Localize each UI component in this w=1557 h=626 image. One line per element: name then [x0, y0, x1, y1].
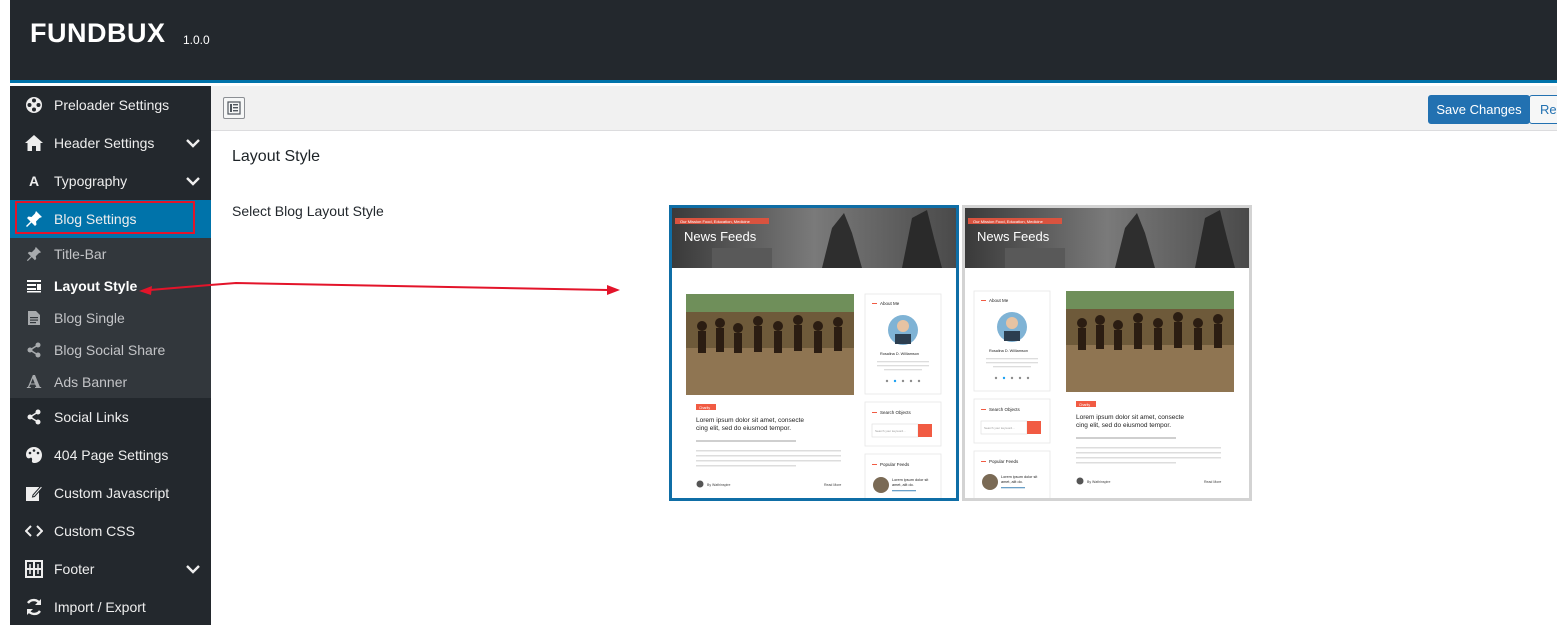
font-icon: A [27, 371, 41, 393]
about-name: Rosalina D. Williamson [989, 349, 1028, 353]
brand-title: FUNDBUX [30, 18, 166, 48]
banner-tag: Our Mission Food, Education, Medicine [973, 219, 1044, 224]
layout-icon [24, 276, 44, 296]
popular-widget-title: Popular Feeds [880, 462, 910, 467]
save-changes-button[interactable]: Save Changes [1428, 95, 1530, 124]
sidebar-item-label: Preloader Settings [54, 97, 170, 113]
sidebar-item-blog-settings[interactable]: Blog Settings [10, 200, 211, 238]
pin-icon [24, 244, 44, 264]
share-icon [24, 340, 44, 360]
read-more-link: Read More [824, 483, 841, 487]
layout-preview-left-sidebar: Our Mission Food, Education, Medicine Ne… [965, 208, 1249, 498]
preloader-icon [24, 95, 44, 115]
layout-preview-right-sidebar: Our Mission Food, Education, Medicine Ne… [672, 208, 956, 498]
about-widget-title: About Me [989, 298, 1009, 303]
submenu-item-label: Layout Style [54, 278, 138, 294]
top-header: FUNDBUX 1.0.0 [10, 0, 1557, 83]
palette-icon [24, 445, 44, 465]
chevron-down-icon[interactable] [185, 561, 201, 577]
read-more-link: Read More [1204, 480, 1221, 484]
search-widget-title: Search Objects [989, 407, 1021, 412]
submenu-item-title-bar[interactable]: Title-Bar [10, 238, 211, 270]
sidebar-item-label: Import / Export [54, 599, 146, 615]
options-toolbar: Save Changes Res [211, 86, 1557, 131]
sidebar-item-label: Custom Javascript [54, 485, 170, 501]
post-author: By Wathinspire [1087, 480, 1110, 484]
sidebar-item-label: Custom CSS [54, 523, 135, 539]
post-tag: Charity [1079, 403, 1090, 407]
expand-options-button[interactable] [223, 97, 245, 119]
layout-option-right-sidebar[interactable]: Our Mission Food, Education, Medicine Ne… [669, 205, 959, 501]
submenu-item-blog-social-share[interactable]: Blog Social Share [10, 334, 211, 366]
banner-title: News Feeds [977, 229, 1050, 244]
sidebar-item-social-links[interactable]: Social Links [10, 398, 211, 436]
sidebar-item-header-settings[interactable]: Header Settings [10, 124, 211, 162]
sidebar-item-typography[interactable]: A Typography [10, 162, 211, 200]
banner-title: News Feeds [684, 229, 757, 244]
sidebar: Preloader Settings Header Settings A Typ… [10, 86, 211, 625]
field-label: Select Blog Layout Style [232, 203, 384, 219]
home-icon [24, 133, 44, 153]
sidebar-item-404-settings[interactable]: 404 Page Settings [10, 436, 211, 474]
submenu-item-blog-single[interactable]: Blog Single [10, 302, 211, 334]
grid-icon [24, 559, 44, 579]
submenu-item-layout-style[interactable]: Layout Style [10, 270, 211, 302]
search-widget-placeholder: Search your keyword... [984, 426, 1015, 430]
about-widget-title: About Me [880, 301, 900, 306]
typography-icon: A [28, 173, 40, 189]
sidebar-item-label: 404 Page Settings [54, 447, 169, 463]
search-widget-placeholder: Search your keyword... [875, 429, 906, 433]
about-name: Rosalina D. Williamson [880, 352, 919, 356]
post-title: Lorem ipsum dolor sit amet, consecte cing… [1076, 414, 1184, 429]
submenu-item-label: Ads Banner [54, 374, 128, 390]
post-tag: Charity [699, 406, 710, 410]
post-author: By Wathinspire [707, 483, 730, 487]
left-margin [0, 0, 10, 625]
sidebar-item-label: Social Links [54, 409, 129, 425]
popular-widget-title: Popular Feeds [989, 459, 1019, 464]
sidebar-item-label: Footer [54, 561, 95, 577]
reset-button[interactable]: Res [1529, 95, 1557, 124]
brand-version: 1.0.0 [183, 33, 210, 47]
search-widget-title: Search Objects [880, 410, 912, 415]
annotation-highlight-box [15, 201, 195, 234]
blog-submenu: Title-Bar Layout Style Blog Single Blog … [10, 238, 211, 398]
section-title: Layout Style [232, 148, 321, 165]
sidebar-item-footer[interactable]: Footer [10, 550, 211, 588]
submenu-item-label: Title-Bar [54, 246, 107, 262]
submenu-item-label: Blog Social Share [54, 342, 166, 358]
sidebar-item-custom-javascript[interactable]: Custom Javascript [10, 474, 211, 512]
chevron-down-icon[interactable] [185, 173, 201, 189]
post-title: Lorem ipsum dolor sit amet, consecte cing… [696, 417, 804, 432]
share-icon [24, 407, 44, 427]
banner-tag: Our Mission Food, Education, Medicine [680, 219, 751, 224]
layout-option-left-sidebar[interactable]: Our Mission Food, Education, Medicine Ne… [962, 205, 1252, 501]
expand-icon [227, 101, 241, 115]
submenu-item-ads-banner[interactable]: A Ads Banner [10, 366, 211, 398]
sidebar-item-import-export[interactable]: Import / Export [10, 588, 211, 626]
refresh-icon [24, 597, 44, 617]
submenu-item-label: Blog Single [54, 310, 125, 326]
chevron-down-icon[interactable] [185, 135, 201, 151]
code-icon [24, 521, 44, 541]
sidebar-item-preloader[interactable]: Preloader Settings [10, 86, 211, 124]
sidebar-item-label: Typography [54, 173, 128, 189]
sidebar-item-custom-css[interactable]: Custom CSS [10, 512, 211, 550]
edit-icon [24, 483, 44, 503]
sidebar-item-label: Header Settings [54, 135, 155, 151]
document-icon [24, 308, 44, 328]
